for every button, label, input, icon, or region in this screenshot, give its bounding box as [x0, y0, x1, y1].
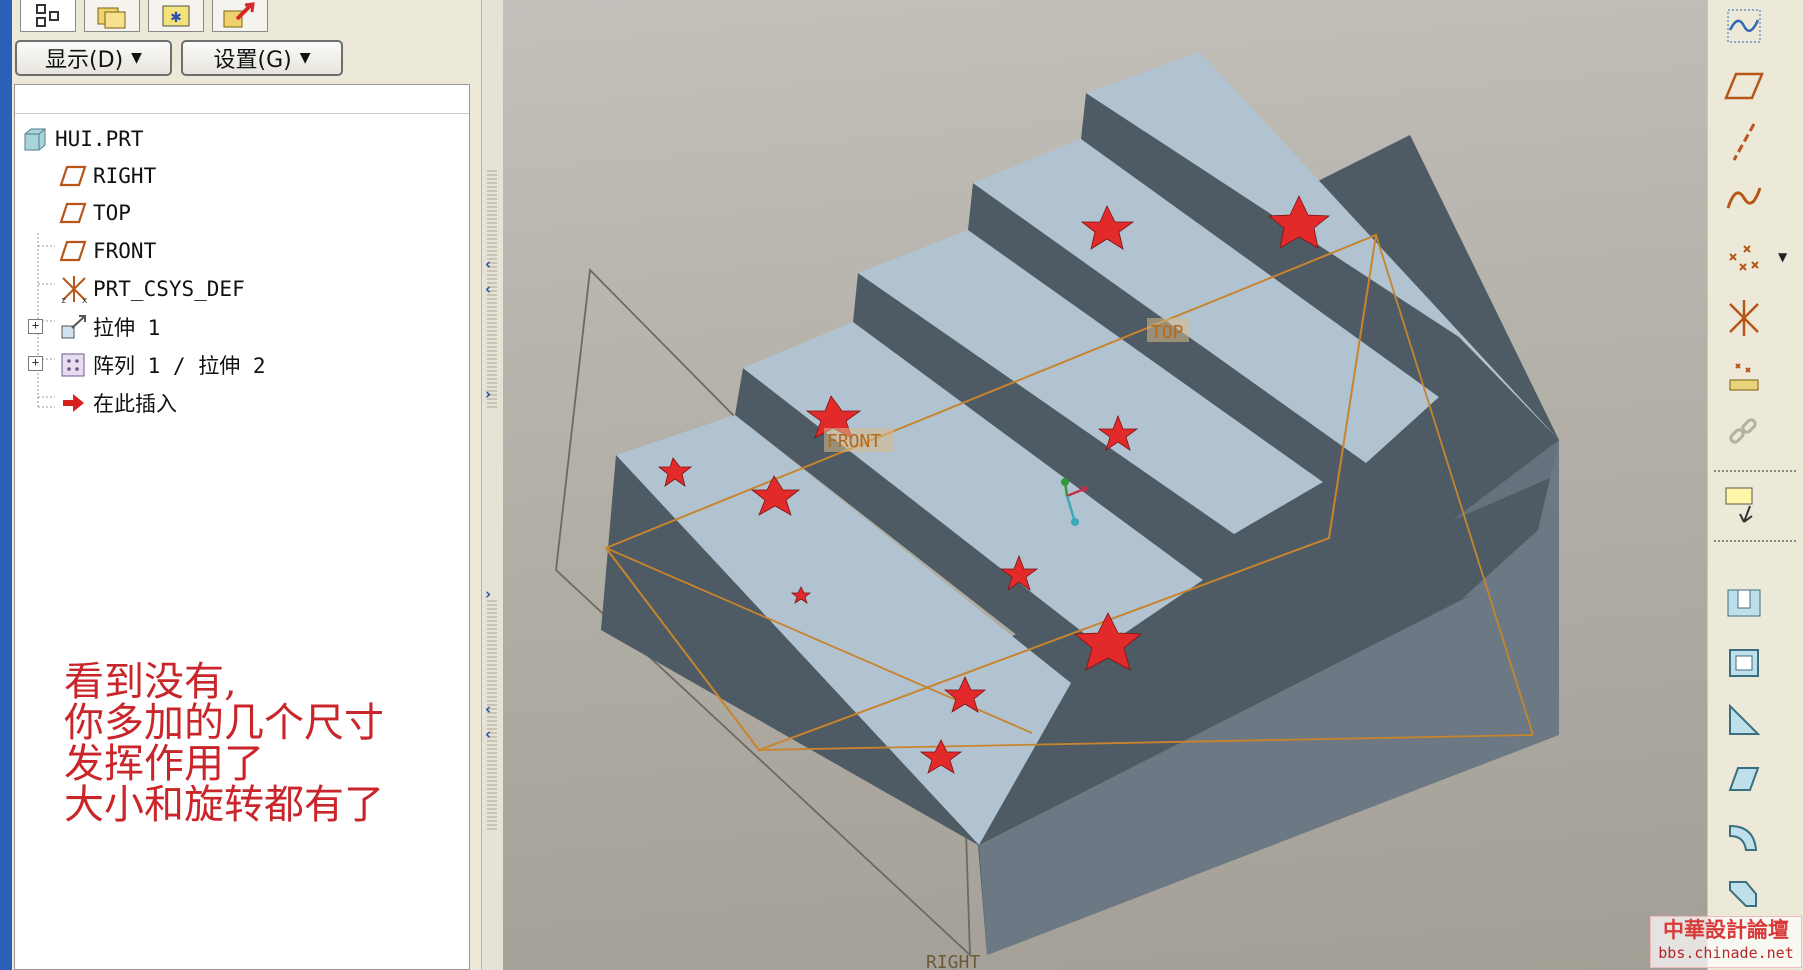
- extrude-icon: [59, 313, 87, 341]
- model-tree-icon: [36, 3, 59, 27]
- pattern-icon: [59, 351, 87, 379]
- tree-item-label: PRT_CSYS_DEF: [93, 277, 245, 301]
- datum-label-right: RIGHT: [926, 952, 980, 970]
- coordinate-system-icon[interactable]: [1720, 296, 1768, 340]
- tree-item-label: 拉伸 1: [93, 316, 161, 340]
- tree-item-pattern-1[interactable]: 阵列 1 / 拉伸 2: [59, 349, 266, 381]
- toolbar-separator: [1714, 470, 1796, 472]
- svg-text:✱: ✱: [170, 10, 182, 26]
- chevron-left-icon[interactable]: ‹: [485, 255, 491, 273]
- tree-root-part[interactable]: HUI.PRT: [21, 123, 144, 155]
- tree-item-label: TOP: [93, 201, 131, 225]
- part-icon: [21, 125, 49, 153]
- coordinate-system-icon: zx: [59, 275, 87, 304]
- tab-model-tree[interactable]: [20, 0, 76, 32]
- svg-text:z: z: [61, 296, 66, 304]
- tree-root-label: HUI.PRT: [55, 127, 144, 151]
- chevron-left-icon[interactable]: ‹: [485, 725, 491, 743]
- model-tree-panel: ✱ 显示(D) ▼ 设置(G) ▼ HUI.PRT RIGHT TOP FRON…: [0, 0, 503, 970]
- tree-item-label: 阵列 1 / 拉伸 2: [93, 354, 266, 378]
- tab-folder-browser[interactable]: [84, 0, 140, 32]
- rib-icon[interactable]: [1720, 698, 1768, 742]
- round-icon[interactable]: [1720, 814, 1768, 858]
- analysis-feature-icon[interactable]: [1720, 354, 1768, 398]
- chevron-down-icon[interactable]: ▼: [1778, 250, 1787, 264]
- expand-toggle[interactable]: +: [28, 356, 43, 371]
- tree-item-label: FRONT: [93, 239, 157, 263]
- tree-item-csys[interactable]: zx PRT_CSYS_DEF: [59, 273, 245, 305]
- sketched-datum-curve-icon[interactable]: [1720, 4, 1768, 48]
- chevron-right-icon[interactable]: ›: [485, 385, 491, 403]
- sketch-tool-icon[interactable]: [1720, 482, 1768, 526]
- hole-icon[interactable]: [1720, 582, 1768, 626]
- tree-item-right[interactable]: RIGHT: [59, 160, 156, 192]
- tree-item-label: 在此插入: [93, 392, 177, 416]
- chamfer-icon[interactable]: [1720, 870, 1768, 914]
- folder-browser-icon: [97, 7, 126, 28]
- annotation-line: 大小和旋转都有了: [64, 782, 384, 828]
- tree-item-insert-here[interactable]: 在此插入: [59, 387, 177, 419]
- expand-toggle[interactable]: +: [28, 319, 43, 334]
- tab-connections[interactable]: [212, 0, 268, 32]
- model-render: TOP FRONT RIGHT: [555, 52, 1559, 970]
- window-edge: [0, 0, 12, 970]
- datum-plane-icon[interactable]: [1720, 64, 1768, 108]
- svg-text:x: x: [82, 296, 87, 304]
- display-dropdown-label: 显示(D): [45, 48, 124, 73]
- tree-item-extrude-1[interactable]: 拉伸 1: [59, 311, 160, 343]
- datum-curve-icon[interactable]: [1720, 176, 1768, 220]
- connect-icon[interactable]: [1720, 410, 1768, 454]
- chevron-left-icon[interactable]: ‹: [485, 700, 491, 718]
- settings-dropdown-label: 设置(G): [213, 48, 292, 73]
- datum-label-front: FRONT: [827, 431, 881, 452]
- datum-plane-icon: [59, 237, 87, 265]
- right-toolbar: ▼: [1707, 0, 1803, 970]
- tree-item-front[interactable]: FRONT: [59, 235, 156, 267]
- draft-icon[interactable]: [1720, 756, 1768, 800]
- model-tree: HUI.PRT RIGHT TOP FRONT zx PRT_CSYS_DEF …: [14, 84, 470, 970]
- datum-point-icon[interactable]: [1720, 238, 1768, 282]
- tree-item-top[interactable]: TOP: [59, 197, 131, 229]
- insert-here-arrow-icon: [59, 389, 87, 417]
- display-dropdown[interactable]: 显示(D) ▼: [15, 40, 172, 76]
- annotation-text: 看到没有, 你多加的几个尺寸 发挥作用了 大小和旋转都有了: [64, 662, 384, 826]
- site-watermark: 中華設計論壇 bbs.chinade.net: [1650, 916, 1802, 968]
- chevron-down-icon: ▼: [299, 50, 311, 66]
- datum-axis-icon[interactable]: [1720, 120, 1768, 164]
- chevron-down-icon: ▼: [131, 50, 142, 66]
- datum-plane-icon: [59, 162, 87, 190]
- toolbar-separator: [1714, 540, 1796, 542]
- connections-icon: [223, 1, 255, 27]
- settings-dropdown[interactable]: 设置(G) ▼: [181, 40, 343, 76]
- watermark-url: bbs.chinade.net: [1658, 944, 1794, 962]
- chevron-right-icon[interactable]: ›: [485, 585, 491, 603]
- annotation-line: 发挥作用了: [64, 741, 264, 787]
- panel-sash[interactable]: ‹ ‹ › › ‹ ‹: [481, 0, 504, 970]
- datum-plane-icon: [59, 199, 87, 227]
- annotation-line: 看到没有,: [64, 659, 237, 705]
- tab-favorites[interactable]: ✱: [148, 0, 204, 32]
- favorites-icon: ✱: [162, 5, 190, 26]
- tree-item-label: RIGHT: [93, 164, 157, 188]
- annotation-line: 你多加的几个尺寸: [64, 700, 384, 746]
- datum-label-top: TOP: [1151, 322, 1184, 343]
- chevron-left-icon[interactable]: ‹: [485, 280, 491, 298]
- shell-icon[interactable]: [1720, 640, 1768, 684]
- graphics-viewport[interactable]: TOP FRONT RIGHT: [503, 0, 1707, 970]
- watermark-title: 中華設計論壇: [1663, 918, 1789, 942]
